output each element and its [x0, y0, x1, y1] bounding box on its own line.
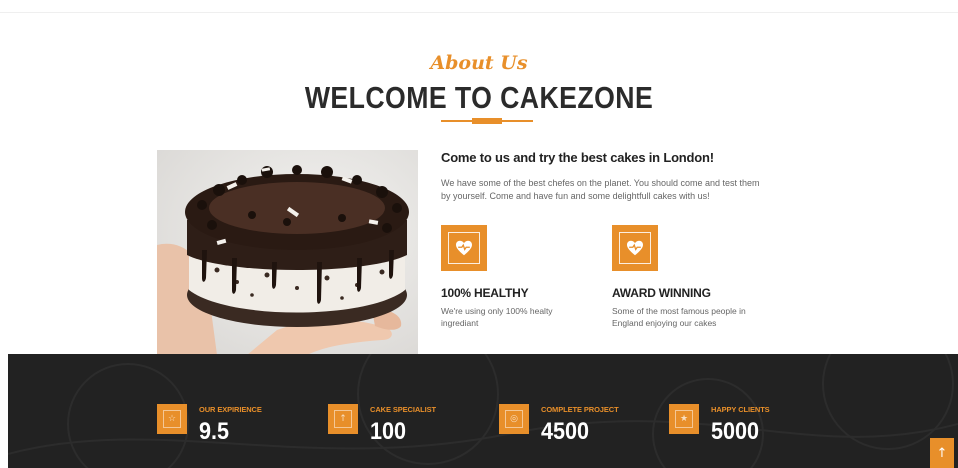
decorative-background-pattern	[8, 354, 958, 468]
stat-label: CAKE SPECIALIST	[370, 405, 437, 414]
star-icon: ★	[675, 410, 693, 428]
feature-icon-box	[612, 225, 658, 271]
feature-description: Some of the most famous people in Englan…	[612, 306, 746, 328]
intro-heading: Come to us and try the best cakes in Lon…	[441, 150, 714, 165]
section-title: WELCOME TO CAKEZONE	[304, 80, 654, 115]
section-subtitle: About Us	[430, 52, 528, 74]
back-to-top-button[interactable]: ↑	[930, 438, 954, 468]
title-divider-accent	[472, 118, 502, 124]
stat-value: 5000	[711, 418, 760, 445]
stats-band: ☆ OUR EXPIRIENCE 9.5 ↑ CAKE SPECIALIST 1…	[8, 354, 958, 468]
feature-healthy: 100% HEALTHY We're using only 100% healt…	[441, 225, 601, 329]
stat-label: OUR EXPIRIENCE	[199, 405, 262, 414]
feature-description: We're using only 100% healty ingrediant	[441, 306, 553, 328]
intro-paragraph: We have some of the best chefes on the p…	[441, 178, 760, 201]
target-icon: ◎	[505, 410, 523, 428]
stat-value: 9.5	[199, 418, 230, 445]
arrow-up-icon: ↑	[936, 445, 948, 461]
arrow-up-icon: ↑	[334, 410, 352, 428]
feature-award: AWARD WINNING Some of the most famous pe…	[612, 225, 772, 329]
feature-title: AWARD WINNING	[612, 286, 711, 300]
cake-photo	[157, 150, 418, 355]
stat-label: HAPPY CLIENTS	[711, 405, 770, 414]
star-icon: ☆	[163, 410, 181, 428]
heart-pulse-icon	[627, 240, 643, 256]
stat-value: 4500	[541, 418, 590, 445]
feature-title: 100% HEALTHY	[441, 286, 529, 300]
feature-icon-box	[441, 225, 487, 271]
header-divider	[0, 12, 958, 13]
heart-pulse-icon	[456, 240, 472, 256]
stat-label: COMPLETE PROJECT	[541, 405, 619, 414]
stat-value: 100	[370, 418, 407, 445]
